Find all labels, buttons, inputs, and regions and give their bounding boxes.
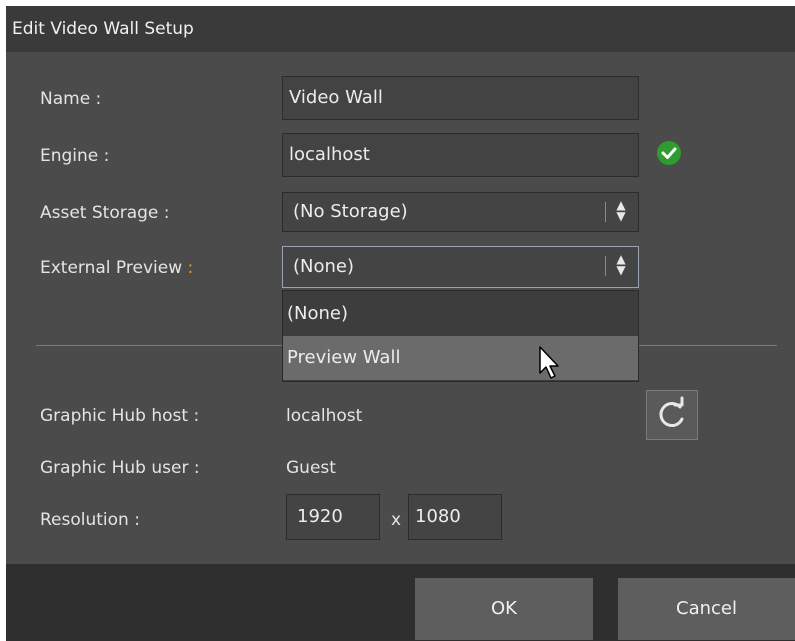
- external-preview-colon: :: [187, 258, 194, 278]
- name-input[interactable]: Video Wall: [282, 76, 639, 120]
- external-preview-value: (None): [293, 256, 355, 277]
- dropdown-option-none[interactable]: (None): [283, 292, 638, 336]
- cancel-button[interactable]: Cancel: [618, 578, 795, 640]
- up-down-arrows-icon: ▲ ▼: [616, 198, 626, 223]
- dialog-title-bar: Edit Video Wall Setup: [6, 6, 795, 52]
- graphic-hub-user-value: Guest: [286, 458, 336, 478]
- select-divider: [605, 202, 606, 222]
- dialog-title: Edit Video Wall Setup: [12, 19, 194, 39]
- ok-button[interactable]: OK: [415, 578, 593, 640]
- resolution-width-input[interactable]: 1920: [286, 494, 380, 540]
- up-down-arrows-icon: ▲ ▼: [616, 252, 626, 277]
- name-label: Name :: [40, 89, 102, 109]
- resolution-label: Resolution :: [40, 510, 140, 530]
- resolution-separator: x: [391, 510, 402, 530]
- resolution-height-input[interactable]: 1080: [408, 494, 502, 540]
- engine-input[interactable]: localhost: [282, 133, 639, 177]
- graphic-hub-host-value: localhost: [286, 406, 363, 426]
- dropdown-option-preview-wall[interactable]: Preview Wall: [283, 336, 638, 380]
- external-preview-select[interactable]: (None) ▲ ▼: [282, 246, 639, 288]
- external-preview-dropdown: (None) Preview Wall: [282, 290, 639, 382]
- asset-storage-select[interactable]: (No Storage) ▲ ▼: [282, 192, 639, 232]
- refresh-button[interactable]: [646, 390, 698, 440]
- select-divider: [605, 256, 606, 276]
- graphic-hub-user-label: Graphic Hub user :: [40, 458, 200, 478]
- asset-storage-value: (No Storage): [293, 201, 408, 222]
- external-preview-label-text: External Preview: [40, 258, 183, 278]
- refresh-icon: [659, 396, 684, 427]
- external-preview-label: External Preview :: [40, 258, 193, 278]
- graphic-hub-host-label: Graphic Hub host :: [40, 406, 200, 426]
- asset-storage-label: Asset Storage :: [40, 203, 170, 223]
- engine-label: Engine :: [40, 146, 110, 166]
- edit-video-wall-dialog: Edit Video Wall Setup Name : Video Wall …: [6, 6, 795, 641]
- mouse-pointer-icon: [539, 346, 559, 379]
- check-circle-icon: [657, 141, 681, 165]
